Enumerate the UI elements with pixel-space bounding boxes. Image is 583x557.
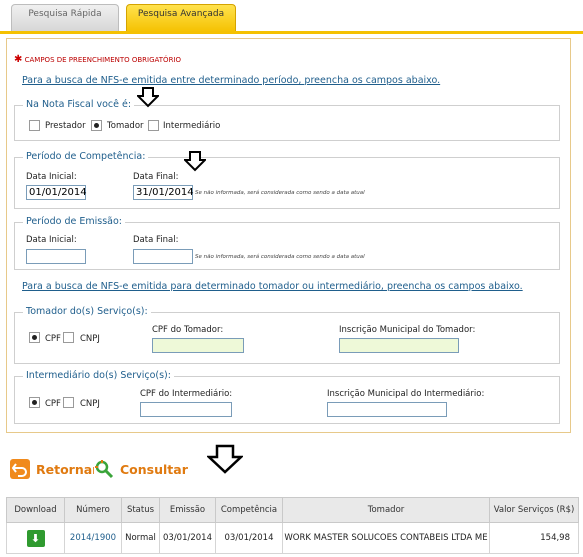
competencia-end-label: Data Final: bbox=[133, 172, 179, 182]
label-tomador: Tomador bbox=[107, 121, 144, 131]
tab-pesquisa-avancada[interactable]: Pesquisa Avançada bbox=[126, 4, 236, 32]
label-tomador-cpf: CPF bbox=[45, 334, 61, 344]
intro-tomador-text: Para a busca de NFS-e emitida para deter… bbox=[22, 281, 523, 292]
required-note-text: CAMPOS DE PREENCHIMENTO OBRIGATÓRIO bbox=[24, 56, 182, 64]
competencia-cell: 03/01/2014 bbox=[215, 522, 283, 554]
label-intermediario-cnpj: CNPJ bbox=[80, 399, 100, 409]
radio-tomador-cpf[interactable] bbox=[29, 332, 40, 343]
competencia-end-input[interactable]: 31/01/2014 bbox=[133, 185, 194, 200]
header-competencia: Competência bbox=[215, 497, 283, 523]
competencia-fieldset: Período de Competência: Data Inicial: 01… bbox=[14, 151, 560, 209]
radio-tomador[interactable] bbox=[91, 120, 102, 131]
tomador-fieldset: Tomador do(s) Serviço(s): CPF CNPJ CPF d… bbox=[14, 306, 560, 364]
emissao-start-label: Data Inicial: bbox=[26, 235, 77, 245]
intermediario-fieldset: Intermediário do(s) Serviço(s): CPF CNPJ… bbox=[14, 370, 560, 424]
numero-link[interactable]: 2014/1900 bbox=[64, 522, 122, 554]
intermediario-im-input[interactable] bbox=[327, 402, 447, 417]
tab-underline bbox=[0, 31, 583, 34]
competencia-start-input[interactable]: 01/01/2014 bbox=[26, 185, 87, 200]
arrow-down-icon bbox=[137, 87, 159, 108]
label-prestador: Prestador bbox=[45, 121, 86, 131]
radio-intermediario-cpf[interactable] bbox=[29, 397, 40, 408]
tomador-legend: Tomador do(s) Serviço(s): bbox=[23, 306, 151, 317]
tab-pesquisa-rapida[interactable]: Pesquisa Rápida bbox=[11, 4, 119, 32]
required-note: ✱ CAMPOS DE PREENCHIMENTO OBRIGATÓRIO bbox=[14, 54, 181, 65]
emissao-end-input[interactable] bbox=[133, 249, 193, 264]
results-table: Download Número Status Emissão Competênc… bbox=[6, 497, 579, 554]
tab-bar: Pesquisa Rápida Pesquisa Avançada bbox=[0, 0, 583, 34]
back-label: Retornar bbox=[36, 461, 99, 477]
competencia-start-label: Data Inicial: bbox=[26, 172, 77, 182]
header-status: Status bbox=[121, 497, 160, 523]
intermediario-cpf-input[interactable] bbox=[140, 402, 232, 417]
competencia-legend: Período de Competência: bbox=[23, 151, 149, 162]
emissao-note: Se não informada, será considerada como … bbox=[195, 254, 365, 260]
role-legend: Na Nota Fiscal você é: bbox=[23, 99, 135, 110]
label-intermediario: Intermediário bbox=[163, 121, 221, 131]
intermediario-legend: Intermediário do(s) Serviço(s): bbox=[23, 370, 174, 381]
table-header-row: Download Número Status Emissão Competênc… bbox=[6, 497, 579, 523]
emissao-end-label: Data Final: bbox=[133, 235, 179, 245]
emissao-start-input[interactable] bbox=[26, 249, 86, 264]
intro-period-text: Para a busca de NFS-e emitida entre dete… bbox=[22, 75, 441, 86]
competencia-note: Se não informada, será considerada como … bbox=[195, 190, 365, 196]
arrow-down-icon bbox=[184, 151, 206, 172]
radio-prestador[interactable] bbox=[29, 120, 40, 131]
intermediario-cpf-label: CPF do Intermediário: bbox=[140, 389, 233, 399]
back-button[interactable]: Retornar bbox=[10, 456, 98, 482]
status-cell: Normal bbox=[121, 522, 160, 554]
arrow-down-icon bbox=[207, 444, 243, 474]
search-label: Consultar bbox=[120, 461, 188, 477]
download-cell: ⬇ bbox=[6, 522, 65, 554]
radio-intermediario-cnpj[interactable] bbox=[63, 397, 74, 408]
header-valor: Valor Serviços (R$) bbox=[489, 497, 579, 523]
return-icon bbox=[10, 459, 30, 479]
tomador-cpf-label: CPF do Tomador: bbox=[152, 325, 224, 335]
header-download: Download bbox=[6, 497, 65, 523]
tomador-im-label: Inscrição Municipal do Tomador: bbox=[339, 325, 476, 335]
tomador-cell: WORK MASTER SOLUCOES CONTABEIS LTDA ME bbox=[282, 522, 490, 554]
search-icon bbox=[94, 459, 114, 479]
radio-intermediario[interactable] bbox=[148, 120, 159, 131]
search-button[interactable]: Consultar bbox=[94, 456, 188, 482]
header-numero: Número bbox=[64, 497, 122, 523]
emissao-fieldset: Período de Emissão: Data Inicial: Data F… bbox=[14, 216, 560, 270]
tomador-cpf-input[interactable] bbox=[152, 338, 244, 353]
emissao-legend: Período de Emissão: bbox=[23, 216, 125, 227]
label-tomador-cnpj: CNPJ bbox=[80, 334, 100, 344]
intermediario-im-label: Inscrição Municipal do Intermediário: bbox=[327, 389, 485, 399]
emissao-cell: 03/01/2014 bbox=[159, 522, 216, 554]
required-star-icon: ✱ bbox=[14, 54, 23, 65]
role-fieldset: Na Nota Fiscal você é: Prestador Tomador… bbox=[14, 99, 560, 141]
table-row: ⬇ 2014/1900 Normal 03/01/2014 03/01/2014… bbox=[6, 522, 579, 554]
tomador-im-input[interactable] bbox=[339, 338, 459, 353]
download-icon[interactable]: ⬇ bbox=[26, 529, 45, 547]
valor-cell: 154,98 bbox=[489, 522, 579, 554]
header-emissao: Emissão bbox=[159, 497, 216, 523]
label-intermediario-cpf: CPF bbox=[45, 399, 61, 409]
radio-tomador-cnpj[interactable] bbox=[63, 332, 74, 343]
header-tomador: Tomador bbox=[282, 497, 490, 523]
